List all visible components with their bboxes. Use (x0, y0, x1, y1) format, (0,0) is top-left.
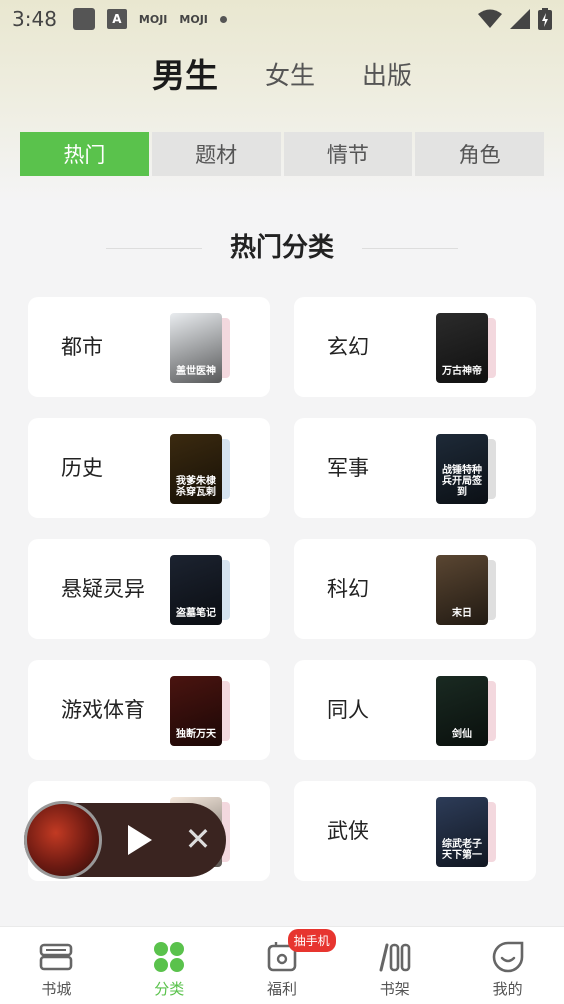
bottom-tab-bar: 书城 分类 福利 抽手机 书架 我的 (0, 926, 564, 1004)
battery-icon (538, 8, 552, 30)
book-cover-title: 万古神帝 (442, 366, 482, 377)
book-cover-title: 独断万天 (176, 729, 216, 740)
category-card[interactable]: 历史我爹朱棣杀穿瓦剌 (28, 418, 270, 518)
book-cover: 盗墓笔记 (170, 555, 222, 625)
book-cover: 盖世医神 (170, 313, 222, 383)
category-icon (154, 942, 185, 972)
book-cover: 万古神帝 (436, 313, 488, 383)
status-bar: 3:48 A MOJI MOJI (0, 0, 564, 38)
signal-icon (510, 9, 530, 29)
segment-role[interactable]: 角色 (415, 132, 544, 176)
category-card[interactable]: 科幻末日 (294, 539, 536, 639)
category-card[interactable]: 玄幻万古神帝 (294, 297, 536, 397)
tab-bookstore[interactable]: 书城 (0, 927, 113, 1004)
tab-label: 书城 (41, 980, 72, 998)
dot-icon (219, 15, 227, 23)
tab-label: 我的 (492, 980, 523, 998)
book-cover: 我爹朱棣杀穿瓦剌 (170, 434, 222, 504)
close-icon[interactable]: ✕ (180, 821, 216, 857)
tab-label: 福利 (266, 980, 297, 998)
category-label: 都市 (61, 335, 103, 359)
status-time: 3:48 (12, 7, 57, 31)
book-cover-title: 综武老子天下第一 (442, 839, 482, 861)
section-title: 热门分类 (0, 226, 564, 270)
tab-male[interactable]: 男生 (152, 52, 218, 100)
divider-left (106, 248, 202, 249)
segment-plot[interactable]: 情节 (283, 132, 413, 176)
book-cover-title: 盖世医神 (176, 366, 216, 377)
gender-tabs: 男生 女生 出版 (0, 52, 564, 100)
moji-icon: MOJI (138, 12, 168, 26)
wifi-icon (478, 9, 502, 28)
category-label: 悬疑灵异 (61, 577, 145, 601)
book-cover-stack: 盗墓笔记 (170, 555, 232, 625)
category-card[interactable]: 同人剑仙 (294, 660, 536, 760)
segment-theme[interactable]: 题材 (151, 132, 281, 176)
tab-label: 书架 (379, 980, 410, 998)
bookstore-icon (40, 943, 73, 971)
player-cover-disc[interactable] (24, 801, 102, 879)
book-cover-stack: 万古神帝 (436, 313, 498, 383)
mini-player[interactable]: ✕ (24, 801, 226, 879)
book-cover-title: 剑仙 (452, 729, 472, 740)
divider-right (362, 248, 458, 249)
book-cover-stack: 独断万天 (170, 676, 232, 746)
category-label: 军事 (327, 456, 369, 480)
a-icon: A (106, 9, 127, 29)
moji-icon: MOJI (179, 12, 208, 26)
tab-profile[interactable]: 我的 (451, 927, 564, 1004)
book-cover-title: 战锤特种兵开局签到 (442, 465, 482, 498)
book-cover-stack: 盖世医神 (170, 313, 232, 383)
tab-bookshelf[interactable]: 书架 (338, 927, 451, 1004)
book-cover-title: 我爹朱棣杀穿瓦剌 (176, 476, 216, 498)
category-label: 同人 (327, 698, 369, 722)
tab-welfare[interactable]: 福利 抽手机 (226, 927, 339, 1004)
category-label: 历史 (61, 456, 103, 480)
book-cover-title: 盗墓笔记 (176, 608, 216, 619)
book-cover-stack: 末日 (436, 555, 498, 625)
category-card[interactable]: 游戏体育独断万天 (28, 660, 270, 760)
book-cover-stack: 剑仙 (436, 676, 498, 746)
category-card[interactable]: 军事 战锤特种兵开局签到 (294, 418, 536, 518)
category-segment-control: 热门 题材 情节 角色 (20, 132, 544, 176)
book-cover: 末日 (436, 555, 488, 625)
category-card[interactable]: 悬疑灵异盗墓笔记 (28, 539, 270, 639)
book-cover-stack: 综武老子天下第一 (436, 797, 498, 867)
book-cover: 战锤特种兵开局签到 (436, 434, 488, 504)
play-icon[interactable] (128, 825, 152, 855)
book-cover: 独断万天 (170, 676, 222, 746)
tab-publish[interactable]: 出版 (362, 52, 412, 100)
book-cover: 综武老子天下第一 (436, 797, 488, 867)
category-label: 游戏体育 (61, 698, 145, 722)
category-card[interactable]: 都市盖世医神 (28, 297, 270, 397)
section-title-text: 热门分类 (229, 233, 334, 263)
bookshelf-icon (379, 943, 411, 972)
tab-label: 分类 (154, 980, 185, 998)
book-cover-stack: 战锤特种兵开局签到 (436, 434, 498, 504)
book-cover-stack: 我爹朱棣杀穿瓦剌 (170, 434, 232, 504)
book-cover-title: 末日 (452, 608, 472, 619)
segment-hot[interactable]: 热门 (20, 132, 149, 176)
promo-badge: 抽手机 (287, 929, 336, 952)
category-label: 武侠 (327, 819, 369, 843)
square-icon (72, 8, 95, 30)
category-label: 玄幻 (327, 335, 369, 359)
book-cover: 剑仙 (436, 676, 488, 746)
profile-icon (492, 941, 523, 973)
tab-category[interactable]: 分类 (113, 927, 226, 1004)
category-label: 科幻 (327, 577, 369, 601)
category-card[interactable]: 武侠综武老子天下第一 (294, 781, 536, 881)
tab-female[interactable]: 女生 (265, 52, 315, 100)
